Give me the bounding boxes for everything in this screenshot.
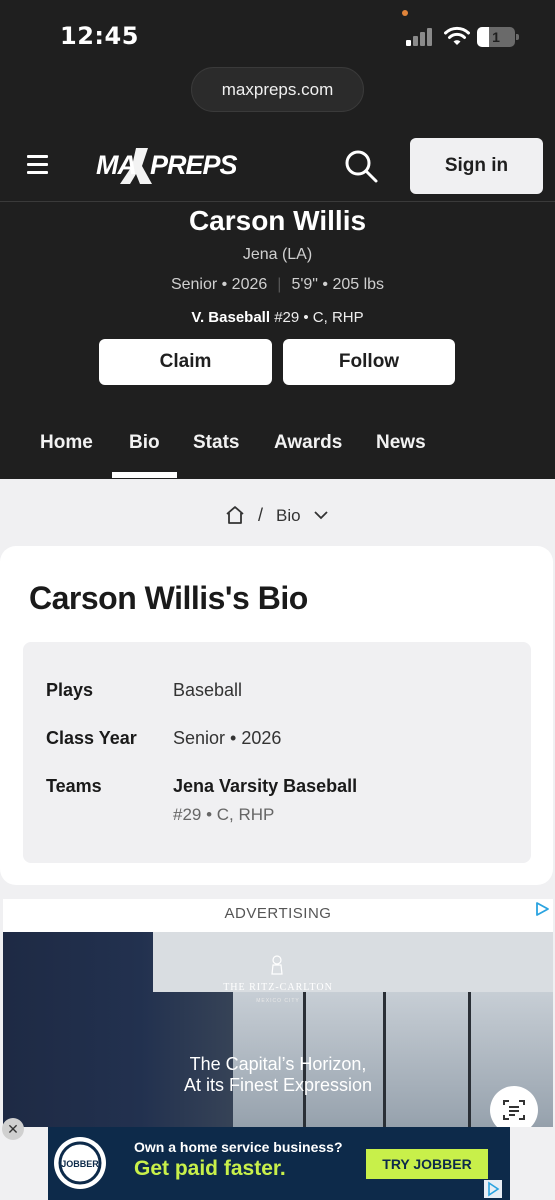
sign-in-button[interactable]: Sign in (410, 138, 543, 194)
tab-news[interactable]: News (376, 432, 426, 454)
bio-card: Carson Willis's Bio Plays Baseball Class… (0, 546, 553, 885)
ad-tagline-1: The Capital’s Horizon, (189, 1054, 367, 1074)
main-content: / Bio Carson Willis's Bio Plays Baseball… (0, 479, 555, 1200)
jobber-banner-ad[interactable]: JOBBER Own a home service business? Get … (48, 1127, 510, 1200)
banner-line-1: Own a home service business? (134, 1139, 343, 1155)
close-ad-button[interactable]: ✕ (2, 1118, 24, 1140)
jobber-logo: JOBBER (54, 1137, 106, 1189)
bio-label-teams: Teams (46, 776, 102, 796)
bio-label-class-year: Class Year (46, 728, 137, 748)
bio-label-plays: Plays (46, 680, 94, 700)
url-bar[interactable]: maxpreps.com (191, 67, 364, 112)
ad-tagline-2: At its Finest Expression (183, 1075, 373, 1095)
banner-line-2: Get paid faster. (134, 1157, 286, 1180)
banner-margin-right (510, 1127, 555, 1200)
wifi-icon (444, 26, 470, 45)
bio-value-team-link[interactable]: Jena Varsity Baseball (173, 776, 357, 797)
player-school: Jena (LA) (242, 246, 313, 263)
bio-value-team-detail: #29 • C, RHP (173, 805, 275, 824)
tab-stats[interactable]: Stats (193, 432, 239, 454)
player-class: Senior • 2026 (170, 276, 268, 293)
home-icon[interactable] (225, 505, 245, 525)
adchoices-icon[interactable] (484, 1180, 502, 1198)
tab-awards[interactable]: Awards (274, 432, 342, 454)
search-icon[interactable] (342, 147, 380, 185)
bio-value-class-year: Senior • 2026 (173, 728, 282, 748)
breadcrumb-separator: / (258, 505, 264, 525)
ad-brand-sub: MEXICO CITY (256, 998, 300, 1004)
chevron-down-icon[interactable] (313, 509, 329, 521)
ad-label: ADVERTISING (224, 905, 332, 922)
follow-button[interactable]: Follow (283, 339, 455, 385)
site-header: MA PREPS Sign in (0, 130, 555, 202)
bio-title: Carson Willis's Bio (29, 580, 308, 616)
battery-icon: 1 (477, 27, 519, 47)
status-time: 12:45 (60, 22, 139, 50)
menu-icon[interactable] (27, 155, 48, 174)
tab-home[interactable]: Home (40, 432, 93, 454)
player-team: V. Baseball #29 • C, RHP (0, 309, 555, 326)
header-divider (0, 201, 555, 202)
try-jobber-button[interactable]: TRY JOBBER (366, 1149, 488, 1179)
bio-info-panel: Plays Baseball Class Year Senior • 2026 … (23, 642, 531, 863)
claim-button[interactable]: Claim (99, 339, 272, 385)
ritz-carlton-lion-icon (271, 955, 283, 975)
profile-tabs: Home Bio Stats Awards News (0, 425, 555, 479)
breadcrumb: / Bio (0, 505, 555, 529)
active-tab-indicator (112, 472, 177, 478)
tab-bio[interactable]: Bio (129, 432, 160, 454)
privacy-indicator-dot (402, 10, 408, 16)
maxpreps-logo[interactable]: MA PREPS (96, 144, 238, 188)
status-bar: 12:45 1 (0, 0, 555, 70)
player-meta: Senior • 2026 | 5'9" • 205 lbs (170, 276, 385, 293)
player-name: Carson Willis (188, 205, 367, 236)
cellular-signal-icon (406, 28, 434, 46)
player-team-detail: #29 • C, RHP (274, 309, 364, 326)
logo-text: MA PREPS (96, 150, 238, 180)
jobber-logo-text: JOBBER (61, 1159, 99, 1169)
ad-brand: THE RITZ-CARLTON (223, 982, 333, 993)
adchoices-icon[interactable] (534, 901, 550, 917)
player-team-sport: V. Baseball (191, 309, 271, 326)
player-size: 5'9" • 205 lbs (291, 276, 385, 293)
battery-level: 1 (492, 29, 500, 45)
breadcrumb-current[interactable]: Bio (276, 506, 301, 526)
bio-value-plays: Baseball (173, 680, 243, 700)
